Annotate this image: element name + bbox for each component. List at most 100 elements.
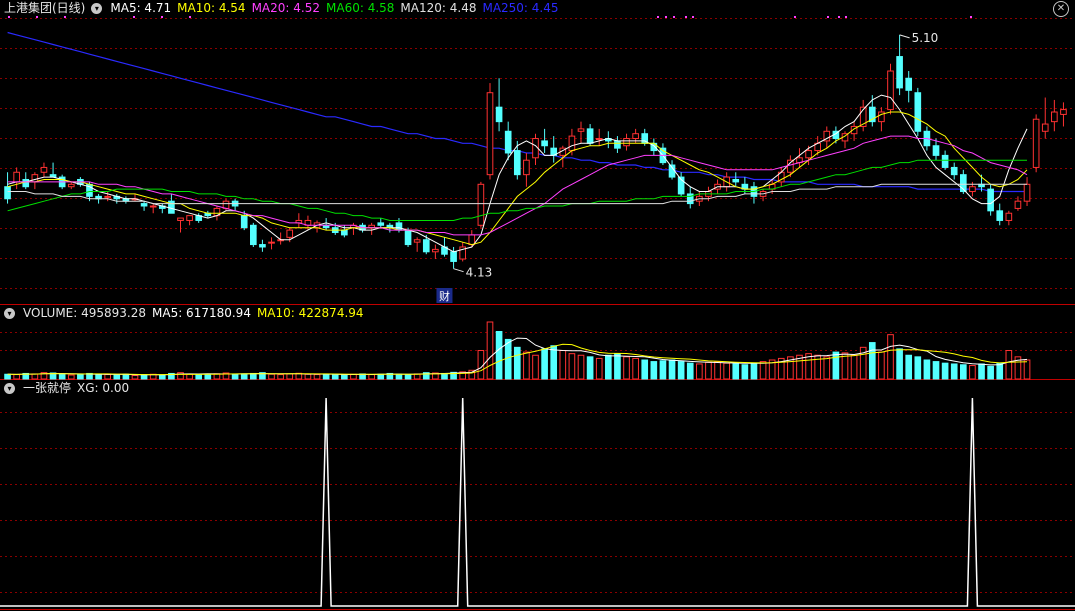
close-icon[interactable]: ✕ [1053, 1, 1069, 17]
volume-bar [677, 361, 685, 380]
volume-bar [641, 359, 649, 380]
candle-body [1060, 109, 1067, 115]
candle-body [1051, 111, 1058, 123]
candlesticks[interactable] [4, 34, 1067, 269]
volume-bar [550, 345, 558, 380]
volume-bar [95, 373, 102, 380]
volume-bar [240, 373, 248, 380]
volume-bar [878, 351, 885, 380]
candle-body [914, 92, 922, 132]
candle-body [950, 166, 958, 176]
candle-body [805, 150, 812, 159]
candle [604, 131, 612, 149]
candle [996, 203, 1004, 226]
marker-dot [189, 16, 191, 18]
candle-body [177, 217, 184, 221]
candle [67, 181, 75, 190]
candle [149, 203, 157, 214]
candle [1005, 210, 1013, 226]
candle-body [22, 178, 30, 188]
volume-bar [395, 373, 403, 380]
volume-bar [304, 373, 312, 380]
candle [841, 131, 849, 149]
candle-body [341, 229, 348, 236]
volume-bar [750, 362, 758, 380]
candle [623, 133, 630, 151]
marker-dot [64, 16, 66, 18]
candle [295, 213, 303, 228]
candle [486, 83, 494, 180]
dropdown-icon[interactable]: ▾ [4, 382, 15, 394]
volume-bar [504, 338, 512, 380]
candle-body [1041, 123, 1049, 132]
candle-body [1032, 118, 1040, 168]
candle [204, 210, 212, 219]
candle [368, 222, 375, 235]
candle [249, 222, 257, 247]
xg-label: XG: 0.00 [77, 381, 130, 395]
volume-bar [541, 348, 548, 380]
ma120-label: MA120: 4.48 [400, 1, 477, 15]
candle [495, 78, 503, 132]
candle [959, 169, 967, 194]
ma60-label: MA60: 4.58 [326, 1, 395, 15]
candle-body [404, 229, 412, 246]
candle-body [541, 140, 548, 147]
marker-dot [673, 16, 675, 18]
candle-body [523, 159, 530, 176]
volume-bar [868, 342, 876, 380]
volume-ma10-label: MA10: 422874.94 [256, 306, 364, 320]
volume-bar [195, 374, 203, 380]
volume-bar [13, 374, 20, 380]
candle-body [432, 248, 439, 253]
candle-body [259, 244, 266, 248]
candle-body [941, 154, 949, 168]
volume-bar [614, 353, 621, 380]
candle-body [1005, 212, 1013, 221]
marker-dot [36, 16, 38, 18]
volume-bar [158, 374, 166, 380]
volume-bar [969, 365, 976, 380]
volume-bar [659, 360, 667, 380]
ma5-label: MA5: 4.71 [110, 1, 172, 15]
candle-body [577, 128, 585, 132]
volume-bar [905, 354, 913, 380]
candle-body [969, 186, 976, 193]
candle-body [413, 239, 421, 243]
candle [413, 237, 421, 252]
candle [914, 87, 922, 137]
volume-bar [341, 374, 348, 380]
candle-body [513, 150, 521, 176]
volume-bar [268, 373, 275, 380]
candle [905, 71, 913, 103]
marker-dot [827, 16, 829, 18]
dropdown-icon[interactable]: ▾ [91, 2, 103, 14]
volume-bar [377, 373, 385, 380]
volume-bar [113, 374, 121, 380]
candle [1060, 102, 1067, 127]
volume-bar [823, 356, 831, 380]
volume-bar [595, 357, 603, 380]
volume-bar [950, 363, 958, 380]
candle-body [486, 92, 494, 176]
candle-body [905, 77, 913, 91]
candle-body [268, 241, 275, 244]
marker-dot [838, 16, 840, 18]
volume-bar [77, 374, 84, 380]
volume-bar [523, 351, 530, 380]
candle [22, 172, 30, 190]
volume-bar [1023, 359, 1031, 380]
candle [577, 121, 585, 144]
candle [859, 99, 867, 132]
marker-dot [133, 16, 135, 18]
candle-body [504, 130, 512, 154]
volume-bar [604, 354, 612, 380]
volume-bar [650, 361, 658, 380]
candle [122, 196, 130, 204]
candle-body [614, 140, 621, 149]
indicator-panel-header: ▾ 一张就停 XG: 0.00 [4, 380, 129, 396]
dropdown-icon[interactable]: ▾ [4, 307, 15, 319]
candle-body [996, 210, 1004, 221]
volume-bar [996, 362, 1004, 380]
candle-body [632, 133, 639, 140]
